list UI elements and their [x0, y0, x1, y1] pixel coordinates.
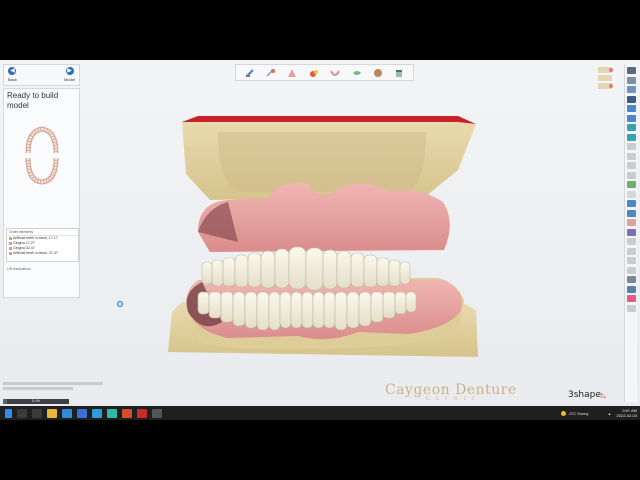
progress-bar: 5.4% — [3, 399, 69, 404]
element-icon — [9, 237, 12, 240]
pan-icon[interactable] — [627, 238, 636, 245]
element-icon — [9, 242, 12, 245]
element-icon — [9, 247, 12, 250]
lift-restorations-option[interactable]: Lift restorations — [7, 267, 31, 271]
network-icon[interactable]: ▴ — [609, 411, 611, 416]
right-toolbar — [624, 64, 637, 402]
tools-icon[interactable] — [265, 67, 277, 79]
list-item-label: Artificial teeth in block, 37-47 — [13, 251, 58, 255]
brand-triangle-icon: ◺ — [600, 391, 607, 399]
clip-icon[interactable] — [627, 162, 636, 169]
help-icon[interactable] — [627, 295, 636, 302]
rotate-icon[interactable] — [627, 247, 636, 255]
office-icon[interactable] — [122, 408, 132, 418]
screenshot-icon[interactable] — [627, 276, 636, 283]
zoom-icon[interactable] — [627, 257, 636, 264]
layers-icon[interactable] — [627, 209, 636, 217]
front-view-icon[interactable] — [627, 105, 636, 112]
step-panel: Ready to build model Order elements Arti… — [3, 88, 80, 298]
scan-thumbnails[interactable] — [598, 65, 622, 93]
search-icon[interactable] — [17, 408, 27, 418]
3d-viewport[interactable]: ◀ Back ▶ Model Ready to build model Orde… — [0, 60, 640, 406]
recorder-icon[interactable] — [137, 408, 147, 418]
brand-name: 3shape — [568, 390, 601, 400]
measure-icon[interactable] — [627, 86, 636, 93]
lower-arch-icon[interactable] — [329, 67, 341, 79]
clinic-logo-sub: CLINIC — [426, 396, 482, 402]
upper-jaw-icon[interactable] — [627, 181, 636, 188]
brand-logo: 3shape◺ — [568, 390, 606, 400]
taskbar: -3°C Sunny ▴ 9:57 AM 2022-02-03 — [0, 406, 640, 420]
gingiva-icon[interactable] — [286, 67, 298, 79]
back-arrow-icon: ◀ — [8, 67, 17, 75]
top-toolbar — [235, 64, 414, 81]
order-elements-list: Order elements Artificial teeth in block… — [6, 228, 79, 262]
tooth-icon[interactable] — [372, 67, 384, 79]
arch-thumbnail[interactable] — [22, 125, 62, 185]
wizard-nav: ◀ Back ▶ Model — [3, 64, 80, 86]
gingiva-toggle-icon[interactable] — [627, 219, 636, 226]
transparency-icon[interactable] — [627, 228, 636, 236]
expand-icon[interactable] — [627, 76, 636, 84]
next-arrow-icon: ▶ — [65, 67, 74, 75]
close-icon[interactable] — [627, 67, 636, 74]
view-icon[interactable] — [351, 67, 363, 79]
sun-icon — [561, 410, 567, 416]
fit-icon[interactable] — [627, 266, 636, 274]
start-icon[interactable] — [5, 408, 12, 418]
status-text-blur — [3, 382, 103, 390]
back-button[interactable]: ◀ Back — [8, 67, 17, 83]
element-icon — [9, 252, 12, 255]
clock[interactable]: 9:57 AM 2022-02-03 — [617, 408, 637, 418]
edge-icon[interactable] — [62, 408, 72, 418]
right-view-icon[interactable] — [627, 133, 636, 141]
color-icon[interactable] — [308, 67, 320, 79]
next-label: Model — [64, 77, 75, 82]
section-icon[interactable] — [627, 152, 636, 160]
next-button[interactable]: ▶ Model — [64, 67, 75, 83]
cup-icon[interactable] — [393, 67, 405, 79]
system-tray: -3°C Sunny ▴ 9:57 AM 2022-02-03 — [561, 406, 637, 420]
app-icon[interactable] — [77, 408, 87, 418]
progress-label: 5.4% — [32, 399, 40, 403]
list-item[interactable]: Artificial teeth in block, 37-47 — [7, 251, 78, 256]
file-explorer-icon[interactable] — [47, 408, 57, 418]
ruler-icon[interactable] — [627, 171, 636, 179]
occlusion-icon[interactable] — [627, 143, 636, 150]
denture-model[interactable] — [158, 112, 483, 357]
tooth-view-icon[interactable] — [627, 95, 636, 103]
application-window: ◀ Back ▶ Model Ready to build model Orde… — [0, 60, 640, 420]
clock-date: 2022-02-03 — [616, 413, 637, 418]
scanner-icon[interactable] — [244, 67, 256, 79]
weather-widget[interactable]: -3°C Sunny — [561, 410, 589, 416]
task-view-icon[interactable] — [32, 408, 42, 418]
visibility-icon[interactable] — [627, 200, 636, 207]
more-icon[interactable] — [627, 304, 636, 312]
mouse-cursor-icon — [117, 301, 123, 307]
back-view-icon[interactable] — [627, 114, 636, 122]
dental-system-icon[interactable] — [152, 408, 162, 418]
settings-icon[interactable] — [627, 285, 636, 293]
mail-icon[interactable] — [92, 408, 102, 418]
back-label: Back — [8, 77, 17, 82]
teams-icon[interactable] — [107, 408, 117, 418]
left-view-icon[interactable] — [627, 124, 636, 131]
weather-label: -3°C Sunny — [568, 410, 589, 416]
panel-title: Ready to build model — [7, 91, 59, 110]
order-header: Order elements — [7, 229, 78, 236]
lower-jaw-icon[interactable] — [627, 190, 636, 198]
